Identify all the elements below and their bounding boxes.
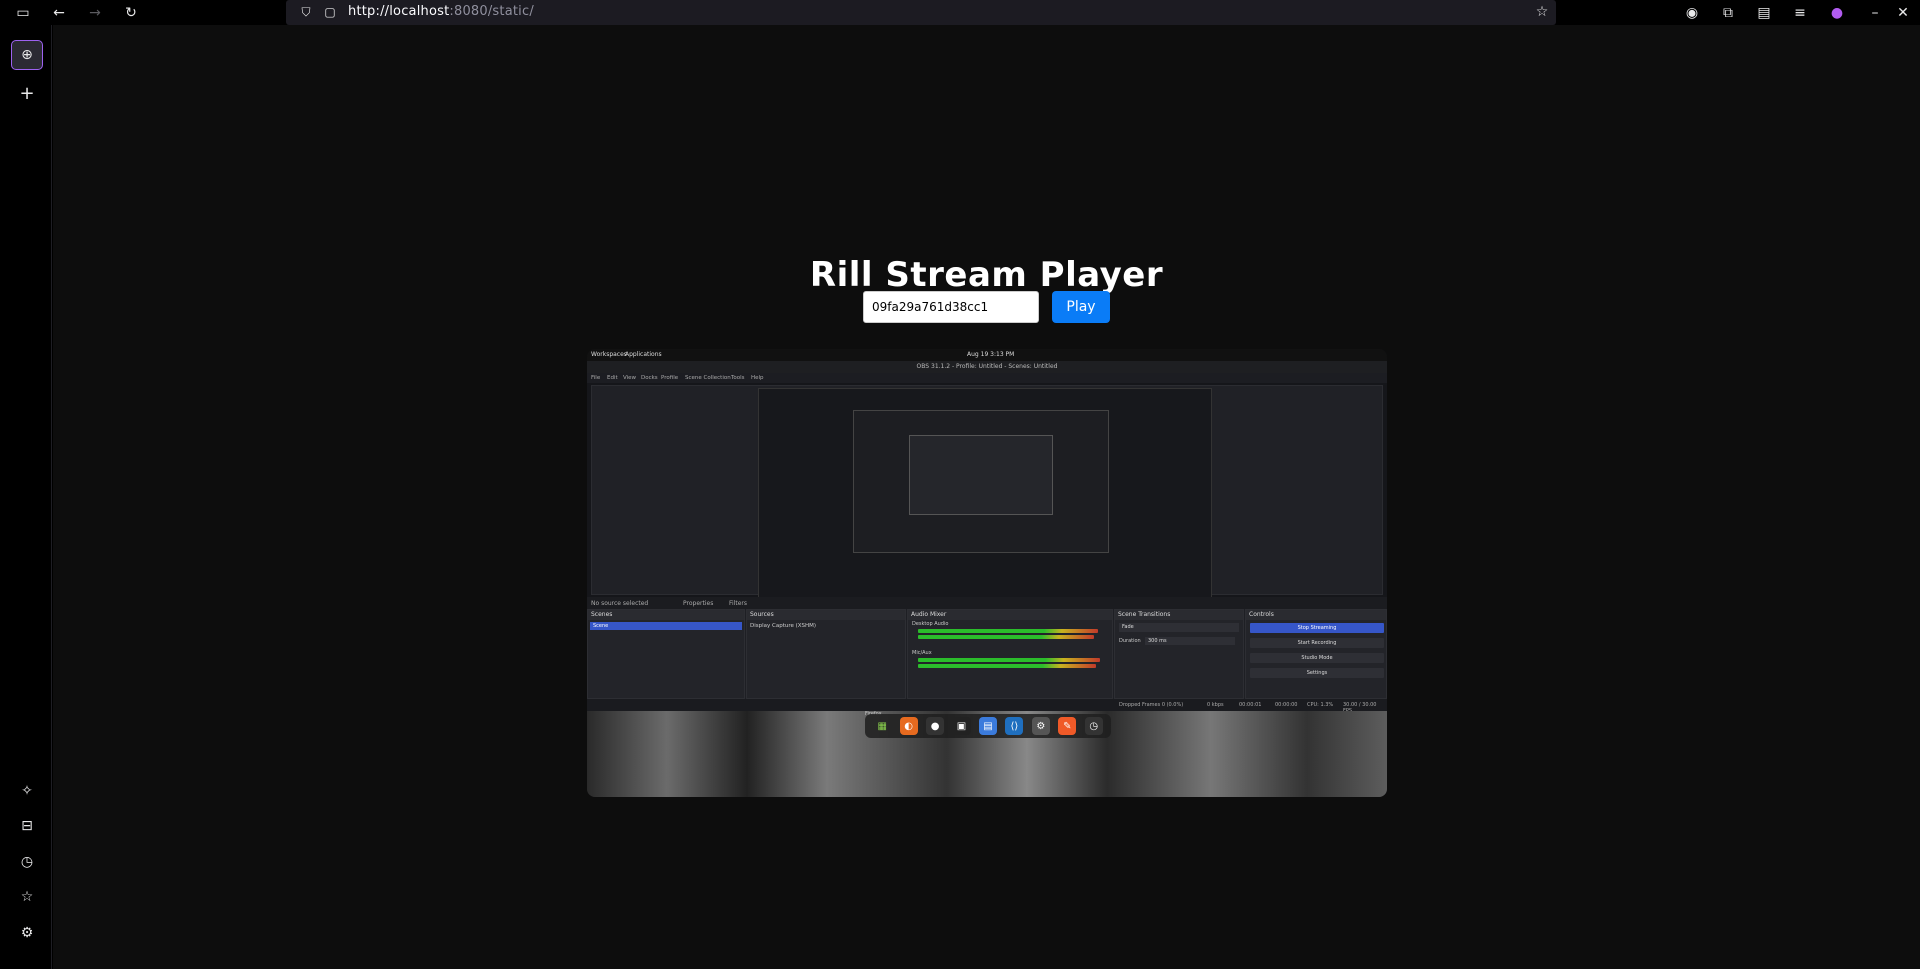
video-source-item: Display Capture (XSHM) bbox=[750, 623, 817, 629]
sidebar-panel-icon[interactable]: ▤ bbox=[1754, 3, 1774, 23]
video-source-bar: No source selected Properties Filters bbox=[587, 597, 1387, 609]
minimize-icon[interactable]: – bbox=[1865, 3, 1885, 23]
pen-app-icon: ✎ bbox=[1058, 717, 1077, 735]
video-filters: Filters bbox=[729, 600, 747, 607]
video-meter-2 bbox=[918, 635, 1094, 639]
video-desktop-topbar: Workspaces Applications Aug 19 3:13 PM bbox=[587, 349, 1387, 361]
close-window-icon[interactable]: ✕ bbox=[1893, 3, 1913, 23]
page-info-icon[interactable]: ▢ bbox=[320, 2, 340, 22]
url-path: :8080/static/ bbox=[449, 4, 534, 19]
video-time-2: 00:00:00 bbox=[1275, 702, 1298, 708]
browser-sidebar: ⊕ + ✧ ⊟ ◷ ☆ ⚙ bbox=[0, 25, 52, 969]
video-menu-item: Tools bbox=[731, 375, 745, 381]
ai-chatbot-icon[interactable]: ✧ bbox=[16, 780, 38, 802]
video-sources-panel: Sources Display Capture (XSHM) bbox=[746, 609, 906, 699]
video-properties: Properties bbox=[683, 600, 714, 607]
video-transitions-title: Scene Transitions bbox=[1115, 610, 1243, 620]
video-menu-item: Help bbox=[751, 375, 764, 381]
video-kbps: 0 kbps bbox=[1207, 702, 1224, 708]
private-mask-icon[interactable]: ● bbox=[1827, 3, 1847, 23]
page-content: Rill Stream Player Play Workspaces Appli… bbox=[53, 25, 1920, 969]
video-menu-item: File bbox=[591, 375, 601, 381]
settings-icon[interactable]: ⚙ bbox=[16, 922, 38, 944]
video-obs-docks: Scenes Scene Sources Display Capture (XS… bbox=[587, 609, 1387, 699]
tab-icon-active[interactable]: ⊕ bbox=[11, 40, 43, 70]
terminal-icon: ▣ bbox=[952, 717, 971, 735]
synced-tabs-icon[interactable]: ⊟ bbox=[16, 815, 38, 837]
account-icon[interactable]: ◉ bbox=[1682, 3, 1702, 23]
video-clock: Aug 19 3:13 PM bbox=[967, 351, 1015, 358]
video-scenes-title: Scenes bbox=[588, 610, 744, 620]
video-mixer-title: Audio Mixer bbox=[908, 610, 1112, 620]
video-meter-3 bbox=[918, 658, 1100, 662]
video-menubar: File Edit View Docks Profile Scene Colle… bbox=[587, 373, 1387, 383]
play-button[interactable]: Play bbox=[1052, 291, 1110, 323]
url-text[interactable]: http://localhost:8080/static/ bbox=[348, 4, 534, 19]
video-time-1: 00:00:01 bbox=[1239, 702, 1262, 708]
url-host: http://localhost bbox=[348, 4, 450, 19]
obs-icon: ● bbox=[926, 717, 945, 735]
firefox-icon: ◐ bbox=[899, 717, 918, 735]
video-menu-item: Edit bbox=[607, 375, 618, 381]
video-scenes-panel: Scenes Scene bbox=[587, 609, 745, 699]
video-menu-item: Profile bbox=[661, 375, 679, 381]
forward-button[interactable]: → bbox=[85, 3, 105, 23]
shield-icon[interactable]: ⛉ bbox=[296, 2, 316, 22]
video-controls-title: Controls bbox=[1246, 610, 1386, 620]
history-icon[interactable]: ◷ bbox=[16, 851, 38, 873]
video-mixer-panel: Audio Mixer Desktop Audio Mic/Aux bbox=[907, 609, 1113, 699]
video-studio-mode: Studio Mode bbox=[1250, 653, 1384, 663]
video-duration-value: 300 ms bbox=[1145, 637, 1235, 645]
extensions-icon[interactable]: ⧉ bbox=[1718, 3, 1738, 23]
video-menu-item: View bbox=[623, 375, 637, 381]
stream-id-input[interactable] bbox=[863, 291, 1039, 323]
video-mixer-ch2: Mic/Aux bbox=[912, 650, 932, 656]
video-applications: Applications bbox=[625, 351, 662, 358]
video-transition-select: Fade bbox=[1119, 623, 1239, 632]
video-meter-4 bbox=[918, 664, 1096, 668]
new-tab-icon[interactable]: + bbox=[16, 82, 38, 104]
video-sources-title: Sources bbox=[747, 610, 905, 620]
video-stop-streaming: Stop Streaming bbox=[1250, 623, 1384, 633]
video-start-recording: Start Recording bbox=[1250, 638, 1384, 648]
video-player[interactable]: Workspaces Applications Aug 19 3:13 PM O… bbox=[587, 349, 1387, 797]
settings-gear-icon: ⚙ bbox=[1031, 717, 1050, 735]
video-transitions-panel: Scene Transitions Fade Duration 300 ms bbox=[1114, 609, 1244, 699]
clock-app-icon: ◷ bbox=[1084, 717, 1103, 735]
video-taskbar: ▦ ◐ ● ▣ ▤ ⟨⟩ ⚙ ✎ ◷ bbox=[865, 714, 1111, 738]
video-nested-preview-3 bbox=[909, 435, 1053, 515]
address-bar[interactable]: ⛉ ▢ http://localhost:8080/static/ ☆ bbox=[286, 0, 1556, 25]
video-cpu: CPU: 1.3% bbox=[1307, 702, 1334, 708]
video-menu-item: Scene Collection bbox=[685, 375, 731, 381]
video-menu-item: Docks bbox=[641, 375, 658, 381]
video-settings: Settings bbox=[1250, 668, 1384, 678]
menu-icon[interactable]: ≡ bbox=[1790, 3, 1810, 23]
files-icon: ▤ bbox=[978, 717, 997, 735]
sidebar-toggle-icon[interactable]: ▭ bbox=[13, 3, 33, 23]
bookmark-star-icon[interactable]: ☆ bbox=[1532, 2, 1552, 22]
apps-grid-icon: ▦ bbox=[877, 720, 887, 732]
video-status-bar: Dropped Frames 0 (0.0%) 0 kbps 00:00:01 … bbox=[587, 699, 1387, 714]
back-button[interactable]: ← bbox=[49, 3, 69, 23]
video-duration-label: Duration bbox=[1119, 638, 1141, 644]
video-window-title: OBS 31.1.2 - Profile: Untitled - Scenes:… bbox=[587, 361, 1387, 373]
bookmarks-icon[interactable]: ☆ bbox=[16, 886, 38, 908]
video-no-source: No source selected bbox=[591, 600, 649, 607]
page-title: Rill Stream Player bbox=[809, 255, 1164, 295]
video-meter-1 bbox=[918, 629, 1098, 633]
browser-toolbar: ▭ ← → ↻ ⛉ ▢ http://localhost:8080/static… bbox=[0, 0, 1920, 25]
video-controls-panel: Controls Stop Streaming Start Recording … bbox=[1245, 609, 1387, 699]
video-workspaces: Workspaces bbox=[591, 351, 627, 358]
reload-button[interactable]: ↻ bbox=[121, 3, 141, 23]
video-scene-item: Scene bbox=[590, 622, 742, 630]
video-mixer-ch1: Desktop Audio bbox=[912, 621, 949, 627]
vscode-icon: ⟨⟩ bbox=[1005, 717, 1024, 735]
video-dropped-frames: Dropped Frames 0 (0.0%) bbox=[1119, 702, 1184, 708]
